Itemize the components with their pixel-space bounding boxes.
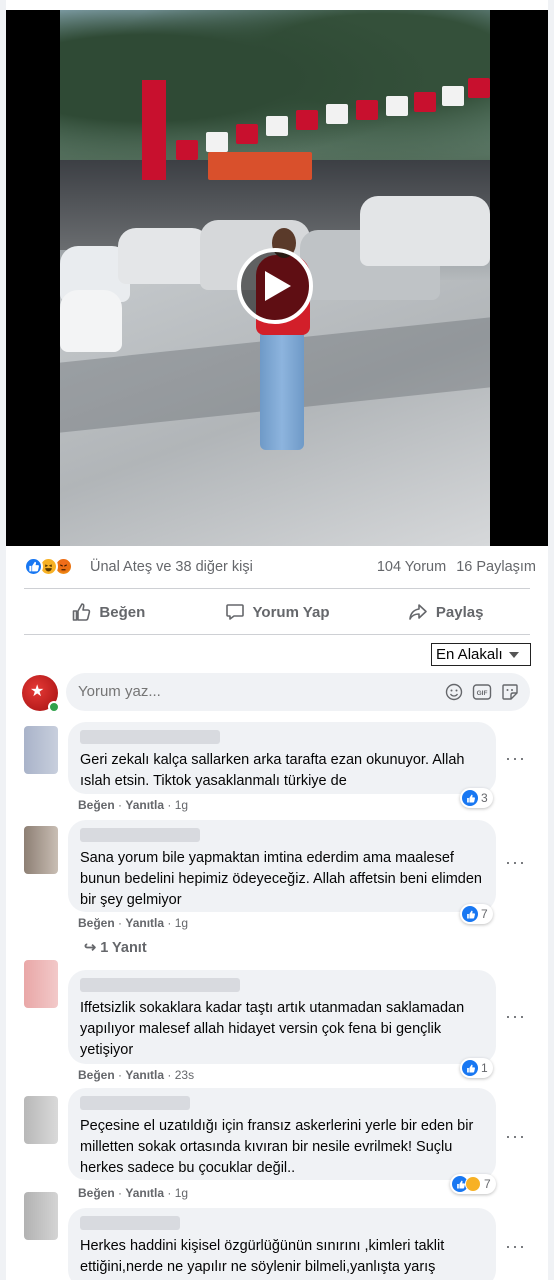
- comment-composer[interactable]: GIF: [66, 673, 530, 711]
- commenter-avatar[interactable]: [24, 960, 58, 1008]
- comment-time[interactable]: 23s: [175, 1068, 194, 1082]
- emoji-icon[interactable]: [444, 682, 464, 702]
- comment-reactions[interactable]: 7: [460, 904, 493, 924]
- more-options-icon[interactable]: ···: [505, 1126, 526, 1147]
- comment-text: Sana yorum bile yapmaktan imtina ederdim…: [80, 850, 482, 908]
- like-mini-icon: [462, 790, 478, 806]
- online-status-indicator: [48, 701, 60, 713]
- gif-icon[interactable]: GIF: [472, 682, 492, 702]
- play-icon: [265, 271, 291, 301]
- comment-like-link[interactable]: Beğen: [78, 1068, 115, 1082]
- comment-input[interactable]: [78, 683, 418, 700]
- comment-meta: Beğen · Yanıtla · 23s: [78, 1068, 195, 1082]
- more-options-icon[interactable]: ···: [505, 1006, 526, 1027]
- comment-sort-dropdown[interactable]: En Alakalı: [431, 643, 531, 666]
- comment-button[interactable]: Yorum Yap: [193, 594, 362, 630]
- commenter-avatar[interactable]: [24, 726, 58, 774]
- commenter-name[interactable]: [80, 1096, 190, 1110]
- more-options-icon[interactable]: ···: [505, 748, 526, 769]
- comment-text: Herkes haddini kişisel özgürlüğünün sını…: [80, 1238, 445, 1275]
- commenter-name[interactable]: [80, 828, 200, 842]
- comment-text: Geri zekalı kalça sallarken arka tarafta…: [80, 752, 465, 789]
- comment-text: Peçesine el uzatıldığı için fransız aske…: [80, 1118, 474, 1176]
- svg-text:GIF: GIF: [477, 690, 488, 697]
- like-button[interactable]: Beğen: [24, 594, 193, 630]
- replies-label: 1 Yanıt: [100, 940, 147, 956]
- comment-meta: Beğen · Yanıtla · 1g: [78, 1186, 189, 1200]
- play-button[interactable]: [237, 248, 313, 324]
- like-mini-icon: [462, 1060, 478, 1076]
- thumbs-up-icon: [73, 603, 91, 621]
- comment-bubble: Iffetsizlik sokaklara kadar taştı artık …: [68, 970, 496, 1064]
- like-reaction-icon: [24, 557, 43, 576]
- share-icon: [409, 604, 427, 620]
- comment-time[interactable]: 1g: [175, 1186, 188, 1200]
- like-button-label: Beğen: [99, 603, 146, 621]
- reaction-count: 3: [481, 791, 488, 805]
- like-mini-icon: [462, 906, 478, 922]
- reaction-count: 7: [481, 907, 488, 921]
- reaction-icons[interactable]: [24, 557, 80, 577]
- comment-bubble: Peçesine el uzatıldığı için fransız aske…: [68, 1088, 496, 1180]
- comment-reactions[interactable]: 1: [460, 1058, 493, 1078]
- comment-reply-link[interactable]: Yanıtla: [125, 798, 164, 812]
- commenter-avatar[interactable]: [24, 1192, 58, 1240]
- view-replies-link[interactable]: ↪ 1 Yanıt: [84, 940, 147, 956]
- comment-reply-link[interactable]: Yanıtla: [125, 1186, 164, 1200]
- comment-button-label: Yorum Yap: [252, 603, 330, 621]
- comment-meta: Beğen · Yanıtla · 1g: [78, 916, 189, 930]
- comment-time[interactable]: 1g: [175, 916, 188, 930]
- commenter-name[interactable]: [80, 978, 240, 992]
- more-options-icon[interactable]: ···: [505, 852, 526, 873]
- haha-mini-icon: [465, 1176, 481, 1192]
- commenter-name[interactable]: [80, 730, 220, 744]
- comment-reply-link[interactable]: Yanıtla: [125, 1068, 164, 1082]
- comment-like-link[interactable]: Beğen: [78, 916, 115, 930]
- comment-like-link[interactable]: Beğen: [78, 798, 115, 812]
- comment-reactions[interactable]: 7: [450, 1174, 496, 1194]
- comment-icon: [225, 604, 244, 620]
- comment-bubble: Herkes haddini kişisel özgürlüğünün sını…: [68, 1208, 496, 1280]
- reactors-text[interactable]: Ünal Ateş ve 38 diğer kişi: [90, 559, 253, 575]
- comment-reactions[interactable]: 3: [460, 788, 493, 808]
- divider: [24, 588, 530, 589]
- post-actions: Beğen Yorum Yap Paylaş: [24, 594, 530, 630]
- reaction-count: 7: [484, 1177, 491, 1191]
- reaction-count: 1: [481, 1061, 488, 1075]
- commenter-avatar[interactable]: [24, 826, 58, 874]
- comment-like-link[interactable]: Beğen: [78, 1186, 115, 1200]
- divider: [24, 634, 530, 635]
- shares-count[interactable]: 16 Paylaşım: [456, 559, 536, 575]
- video-player[interactable]: [6, 10, 548, 546]
- comment-text: Iffetsizlik sokaklara kadar taştı artık …: [80, 1000, 465, 1058]
- comment-reply-link[interactable]: Yanıtla: [125, 916, 164, 930]
- commenter-avatar[interactable]: [24, 1096, 58, 1144]
- post-card: Ünal Ateş ve 38 diğer kişi 104 Yorum 16 …: [6, 0, 548, 1280]
- comment-time[interactable]: 1g: [175, 798, 188, 812]
- reactions-summary: Ünal Ateş ve 38 diğer kişi 104 Yorum 16 …: [6, 556, 548, 580]
- sort-label: En Alakalı: [436, 646, 503, 663]
- reply-arrow-icon: ↪: [84, 940, 97, 956]
- share-button[interactable]: Paylaş: [361, 594, 530, 630]
- commenter-name[interactable]: [80, 1216, 180, 1230]
- comments-count[interactable]: 104 Yorum: [377, 559, 446, 575]
- comment-bubble: Geri zekalı kalça sallarken arka tarafta…: [68, 722, 496, 794]
- share-button-label: Paylaş: [435, 603, 484, 621]
- caret-down-icon: [508, 651, 519, 658]
- comment-meta: Beğen · Yanıtla · 1g: [78, 798, 189, 812]
- comment-bubble: Sana yorum bile yapmaktan imtina ederdim…: [68, 820, 496, 912]
- sticker-icon[interactable]: [500, 682, 520, 702]
- more-options-icon[interactable]: ···: [505, 1236, 526, 1257]
